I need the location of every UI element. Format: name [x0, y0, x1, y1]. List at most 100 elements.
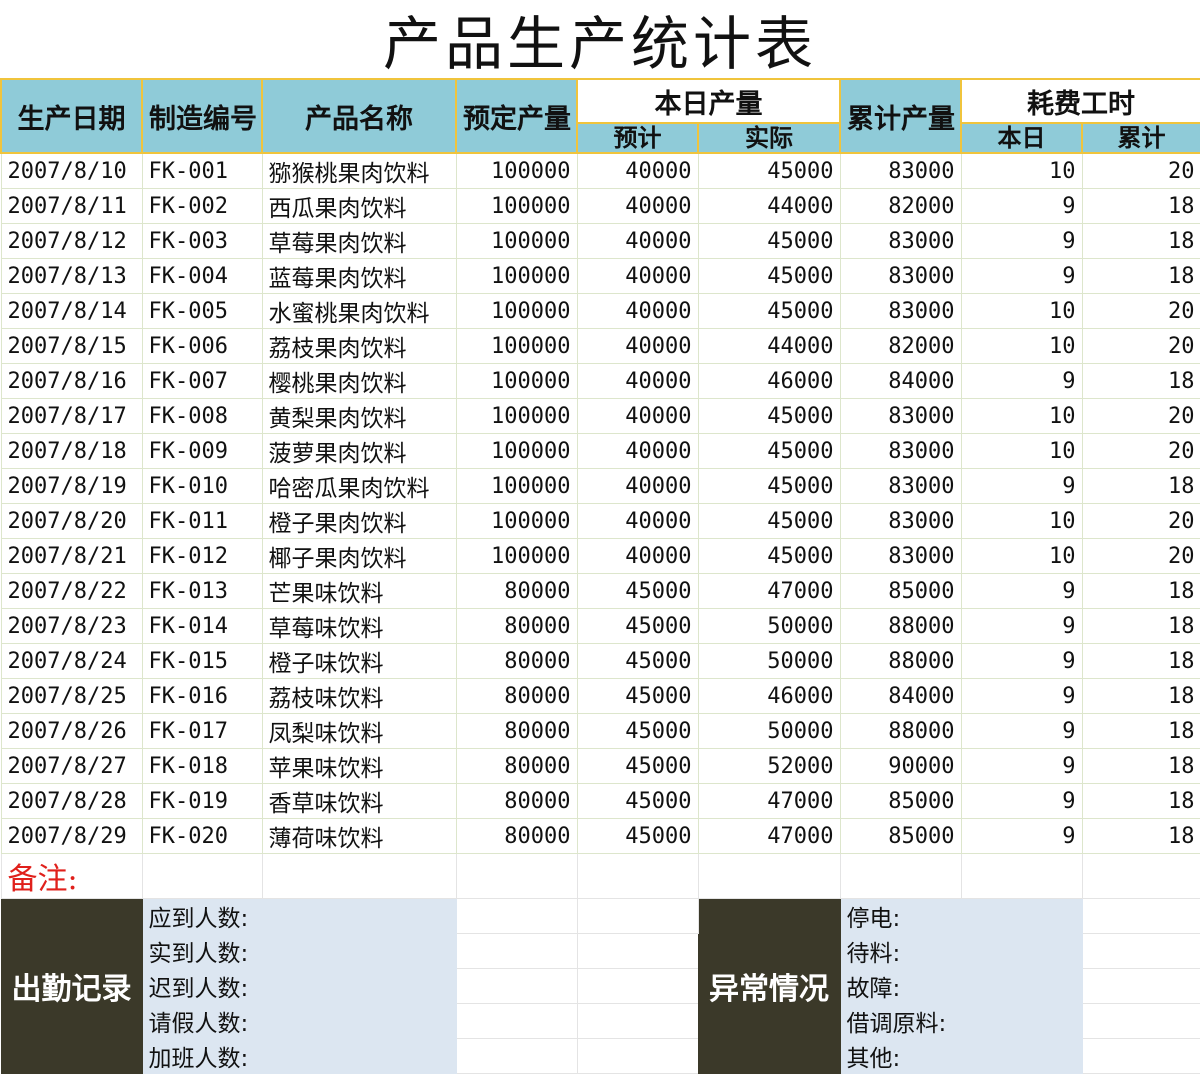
cell-cumulative[interactable]: 85000	[839, 573, 962, 609]
cell-hours-total[interactable]: 18	[1081, 258, 1200, 294]
cell-today-plan[interactable]: 40000	[576, 468, 699, 504]
cell-today-plan[interactable]: 40000	[576, 223, 699, 259]
cell-code[interactable]: FK-006	[141, 328, 263, 364]
cell-date[interactable]: 2007/8/17	[0, 398, 143, 434]
cell-cumulative[interactable]: 85000	[839, 783, 962, 819]
cell-date[interactable]: 2007/8/24	[0, 643, 143, 679]
empty-cell[interactable]	[576, 853, 699, 899]
header-date[interactable]: 生产日期	[0, 78, 143, 154]
empty-cell[interactable]	[261, 853, 457, 899]
cell-today-plan[interactable]: 40000	[576, 363, 699, 399]
empty-cell[interactable]	[576, 1003, 699, 1039]
cell-date[interactable]: 2007/8/22	[0, 573, 143, 609]
cell-planned[interactable]: 80000	[455, 608, 578, 644]
cell-product-name[interactable]: 菠萝果肉饮料	[261, 433, 457, 469]
empty-cell[interactable]	[576, 1038, 699, 1074]
empty-cell[interactable]	[455, 1003, 578, 1039]
cell-code[interactable]: FK-020	[141, 818, 263, 854]
anomaly-item[interactable]: 故障:	[839, 968, 1083, 1004]
cell-product-name[interactable]: 黄梨果肉饮料	[261, 398, 457, 434]
cell-product-name[interactable]: 芒果味饮料	[261, 573, 457, 609]
attendance-item[interactable]: 迟到人数:	[141, 968, 457, 1004]
cell-cumulative[interactable]: 83000	[839, 293, 962, 329]
cell-cumulative[interactable]: 88000	[839, 713, 962, 749]
cell-product-name[interactable]: 橙子味饮料	[261, 643, 457, 679]
cell-planned[interactable]: 80000	[455, 713, 578, 749]
cell-today-plan[interactable]: 40000	[576, 328, 699, 364]
cell-cumulative[interactable]: 88000	[839, 608, 962, 644]
cell-product-name[interactable]: 水蜜桃果肉饮料	[261, 293, 457, 329]
cell-date[interactable]: 2007/8/29	[0, 818, 143, 854]
cell-date[interactable]: 2007/8/16	[0, 363, 143, 399]
cell-hours-total[interactable]: 18	[1081, 188, 1200, 224]
cell-today-actual[interactable]: 52000	[697, 748, 841, 784]
anomaly-title[interactable]: 异常情况	[697, 898, 841, 1074]
cell-today-actual[interactable]: 50000	[697, 713, 841, 749]
anomaly-item[interactable]: 待料:	[839, 933, 1083, 969]
cell-cumulative[interactable]: 88000	[839, 643, 962, 679]
cell-today-actual[interactable]: 50000	[697, 608, 841, 644]
cell-product-name[interactable]: 荔枝味饮料	[261, 678, 457, 714]
cell-today-actual[interactable]: 45000	[697, 503, 841, 539]
cell-code[interactable]: FK-002	[141, 188, 263, 224]
cell-planned[interactable]: 100000	[455, 293, 578, 329]
cell-today-actual[interactable]: 47000	[697, 783, 841, 819]
empty-cell[interactable]	[697, 853, 841, 899]
cell-hours-total[interactable]: 20	[1081, 328, 1200, 364]
cell-product-name[interactable]: 椰子果肉饮料	[261, 538, 457, 574]
cell-code[interactable]: FK-007	[141, 363, 263, 399]
cell-cumulative[interactable]: 82000	[839, 188, 962, 224]
empty-cell[interactable]	[576, 933, 699, 969]
cell-cumulative[interactable]: 83000	[839, 538, 962, 574]
cell-code[interactable]: FK-014	[141, 608, 263, 644]
cell-code[interactable]: FK-016	[141, 678, 263, 714]
attendance-item[interactable]: 实到人数:	[141, 933, 457, 969]
cell-date[interactable]: 2007/8/28	[0, 783, 143, 819]
cell-code[interactable]: FK-018	[141, 748, 263, 784]
cell-hours-today[interactable]: 9	[960, 573, 1083, 609]
empty-cell[interactable]	[1081, 898, 1200, 934]
cell-date[interactable]: 2007/8/18	[0, 433, 143, 469]
cell-cumulative[interactable]: 83000	[839, 503, 962, 539]
cell-code[interactable]: FK-012	[141, 538, 263, 574]
empty-cell[interactable]	[1081, 853, 1200, 899]
cell-hours-today[interactable]: 9	[960, 188, 1083, 224]
cell-planned[interactable]: 80000	[455, 573, 578, 609]
cell-code[interactable]: FK-011	[141, 503, 263, 539]
cell-today-plan[interactable]: 45000	[576, 608, 699, 644]
cell-code[interactable]: FK-009	[141, 433, 263, 469]
header-cumulative[interactable]: 累计产量	[839, 78, 962, 154]
cell-code[interactable]: FK-013	[141, 573, 263, 609]
attendance-item[interactable]: 加班人数:	[141, 1038, 457, 1074]
cell-today-plan[interactable]: 40000	[576, 258, 699, 294]
empty-cell[interactable]	[576, 968, 699, 1004]
cell-hours-today[interactable]: 10	[960, 433, 1083, 469]
cell-cumulative[interactable]: 83000	[839, 152, 962, 189]
cell-today-plan[interactable]: 45000	[576, 643, 699, 679]
cell-today-actual[interactable]: 44000	[697, 328, 841, 364]
cell-date[interactable]: 2007/8/14	[0, 293, 143, 329]
cell-hours-today[interactable]: 10	[960, 503, 1083, 539]
cell-hours-today[interactable]: 9	[960, 468, 1083, 504]
header-hours-total[interactable]: 累计	[1081, 122, 1200, 154]
header-today-plan[interactable]: 预计	[576, 122, 699, 154]
cell-today-plan[interactable]: 40000	[576, 293, 699, 329]
cell-product-name[interactable]: 橙子果肉饮料	[261, 503, 457, 539]
cell-today-actual[interactable]: 46000	[697, 363, 841, 399]
cell-today-plan[interactable]: 45000	[576, 678, 699, 714]
cell-hours-today[interactable]: 10	[960, 538, 1083, 574]
cell-planned[interactable]: 80000	[455, 783, 578, 819]
cell-today-actual[interactable]: 50000	[697, 643, 841, 679]
cell-today-actual[interactable]: 45000	[697, 433, 841, 469]
cell-code[interactable]: FK-004	[141, 258, 263, 294]
cell-code[interactable]: FK-001	[141, 152, 263, 189]
cell-date[interactable]: 2007/8/11	[0, 188, 143, 224]
empty-cell[interactable]	[455, 933, 578, 969]
cell-today-actual[interactable]: 45000	[697, 152, 841, 189]
cell-hours-total[interactable]: 18	[1081, 748, 1200, 784]
cell-product-name[interactable]: 香草味饮料	[261, 783, 457, 819]
empty-cell[interactable]	[1081, 933, 1200, 969]
attendance-item[interactable]: 应到人数:	[141, 898, 457, 934]
cell-today-actual[interactable]: 45000	[697, 538, 841, 574]
cell-product-name[interactable]: 苹果味饮料	[261, 748, 457, 784]
